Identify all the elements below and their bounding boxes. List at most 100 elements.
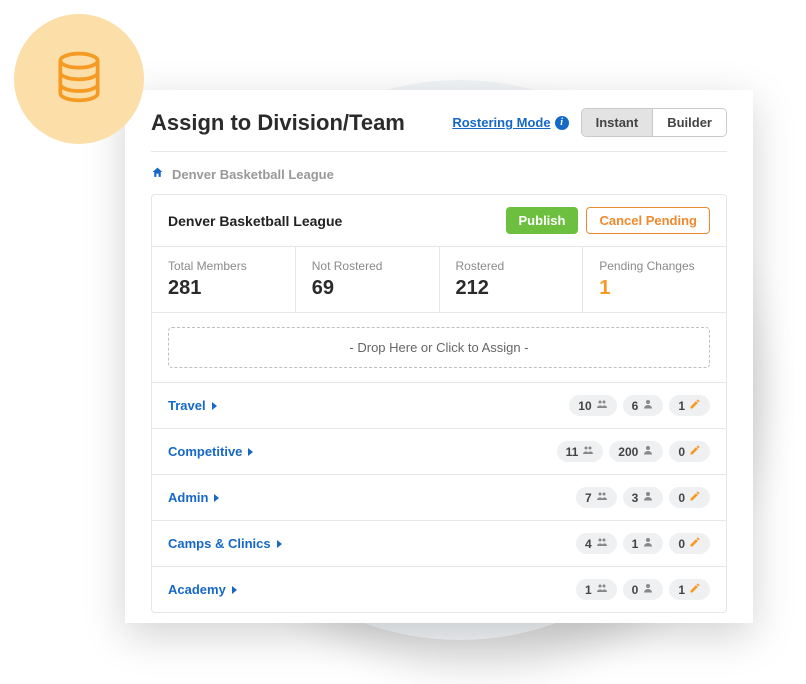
assign-dropzone[interactable]: - Drop Here or Click to Assign - <box>168 327 710 368</box>
chevron-right-icon <box>212 402 217 410</box>
person-icon <box>642 582 654 597</box>
toggle-builder[interactable]: Builder <box>652 109 726 136</box>
members-count: 200 <box>618 445 638 459</box>
person-icon <box>642 398 654 413</box>
person-icon <box>642 536 654 551</box>
mode-toggle: Instant Builder <box>581 108 727 137</box>
pending-count: 0 <box>678 445 685 459</box>
division-name-link[interactable]: Academy <box>168 582 237 597</box>
division-name: Camps & Clinics <box>168 536 271 551</box>
chevron-right-icon <box>214 494 219 502</box>
division-row: Travel 10 6 1 <box>152 382 726 428</box>
pending-pill[interactable]: 1 <box>669 395 710 416</box>
members-count: 3 <box>632 491 639 505</box>
teams-pill[interactable]: 7 <box>576 487 617 508</box>
pencil-icon <box>689 444 701 459</box>
stat-not-rostered: Not Rostered 69 <box>295 247 439 312</box>
stat-pending-value: 1 <box>599 277 710 300</box>
pencil-icon <box>689 398 701 413</box>
chevron-right-icon <box>232 586 237 594</box>
header-right: Rostering Mode i Instant Builder <box>452 108 727 137</box>
teams-pill[interactable]: 11 <box>557 441 604 462</box>
info-icon: i <box>555 116 569 130</box>
division-name-link[interactable]: Camps & Clinics <box>168 536 282 551</box>
members-count: 6 <box>632 399 639 413</box>
feature-badge <box>14 14 144 144</box>
stats-row: Total Members 281 Not Rostered 69 Roster… <box>152 247 726 313</box>
division-row: Camps & Clinics 410 <box>152 520 726 566</box>
home-icon[interactable] <box>151 166 164 182</box>
stat-total-value: 281 <box>168 277 279 300</box>
stat-rostered-value: 212 <box>456 277 567 300</box>
stat-rostered: Rostered 212 <box>439 247 583 312</box>
pencil-icon <box>689 490 701 505</box>
pill-group: 10 6 1 <box>569 395 710 416</box>
cancel-pending-button[interactable]: Cancel Pending <box>586 207 710 234</box>
pending-count: 0 <box>678 537 685 551</box>
panel-header: Assign to Division/Team Rostering Mode i… <box>125 90 753 151</box>
card-header: Denver Basketball League Publish Cancel … <box>152 195 726 247</box>
pill-group: 410 <box>576 533 710 554</box>
main-panel: Assign to Division/Team Rostering Mode i… <box>125 90 753 623</box>
members-pill[interactable]: 3 <box>623 487 664 508</box>
teams-pill[interactable]: 10 <box>569 395 616 416</box>
pending-pill[interactable]: 0 <box>669 441 710 462</box>
teams-pill[interactable]: 4 <box>576 533 617 554</box>
division-name: Admin <box>168 490 208 505</box>
pending-count: 1 <box>678 583 685 597</box>
division-row: Competitive 11 200 0 <box>152 428 726 474</box>
group-icon <box>582 444 594 459</box>
members-pill[interactable]: 6 <box>623 395 664 416</box>
division-name: Academy <box>168 582 226 597</box>
publish-button[interactable]: Publish <box>506 207 579 234</box>
person-icon <box>642 490 654 505</box>
stat-pending: Pending Changes 1 <box>582 247 726 312</box>
division-name-link[interactable]: Travel <box>168 398 217 413</box>
database-icon <box>51 49 107 110</box>
teams-count: 10 <box>578 399 591 413</box>
stat-not-rostered-value: 69 <box>312 277 423 300</box>
page-title: Assign to Division/Team <box>151 110 405 136</box>
league-card: Denver Basketball League Publish Cancel … <box>151 194 727 613</box>
teams-count: 7 <box>585 491 592 505</box>
division-row: Academy 1 0 1 <box>152 566 726 612</box>
group-icon <box>596 582 608 597</box>
members-pill[interactable]: 1 <box>623 533 664 554</box>
teams-count: 1 <box>585 583 592 597</box>
group-icon <box>596 490 608 505</box>
card-actions: Publish Cancel Pending <box>506 207 710 234</box>
pill-group: 1 0 1 <box>576 579 710 600</box>
pending-pill[interactable]: 1 <box>669 579 710 600</box>
division-list: Travel1061Competitive112000Admin730Camps… <box>152 382 726 612</box>
pill-group: 7 3 0 <box>576 487 710 508</box>
stat-total-label: Total Members <box>168 259 279 273</box>
breadcrumb: Denver Basketball League <box>125 152 753 194</box>
division-name: Travel <box>168 398 206 413</box>
pending-count: 0 <box>678 491 685 505</box>
group-icon <box>596 398 608 413</box>
stat-rostered-label: Rostered <box>456 259 567 273</box>
members-pill[interactable]: 0 <box>623 579 664 600</box>
group-icon <box>596 536 608 551</box>
chevron-right-icon <box>277 540 282 548</box>
division-name-link[interactable]: Admin <box>168 490 219 505</box>
stat-pending-label: Pending Changes <box>599 259 710 273</box>
division-name-link[interactable]: Competitive <box>168 444 253 459</box>
pencil-icon <box>689 536 701 551</box>
members-pill[interactable]: 200 <box>609 441 663 462</box>
pending-pill[interactable]: 0 <box>669 487 710 508</box>
toggle-instant[interactable]: Instant <box>582 109 653 136</box>
division-row: Admin 7 3 0 <box>152 474 726 520</box>
pencil-icon <box>689 582 701 597</box>
person-icon <box>642 444 654 459</box>
teams-pill[interactable]: 1 <box>576 579 617 600</box>
pill-group: 11 200 0 <box>557 441 710 462</box>
pending-pill[interactable]: 0 <box>669 533 710 554</box>
members-count: 0 <box>632 583 639 597</box>
teams-count: 11 <box>566 445 579 459</box>
breadcrumb-league[interactable]: Denver Basketball League <box>172 167 334 182</box>
pending-count: 1 <box>678 399 685 413</box>
chevron-right-icon <box>248 448 253 456</box>
rostering-mode-link[interactable]: Rostering Mode i <box>452 115 568 130</box>
stat-not-rostered-label: Not Rostered <box>312 259 423 273</box>
